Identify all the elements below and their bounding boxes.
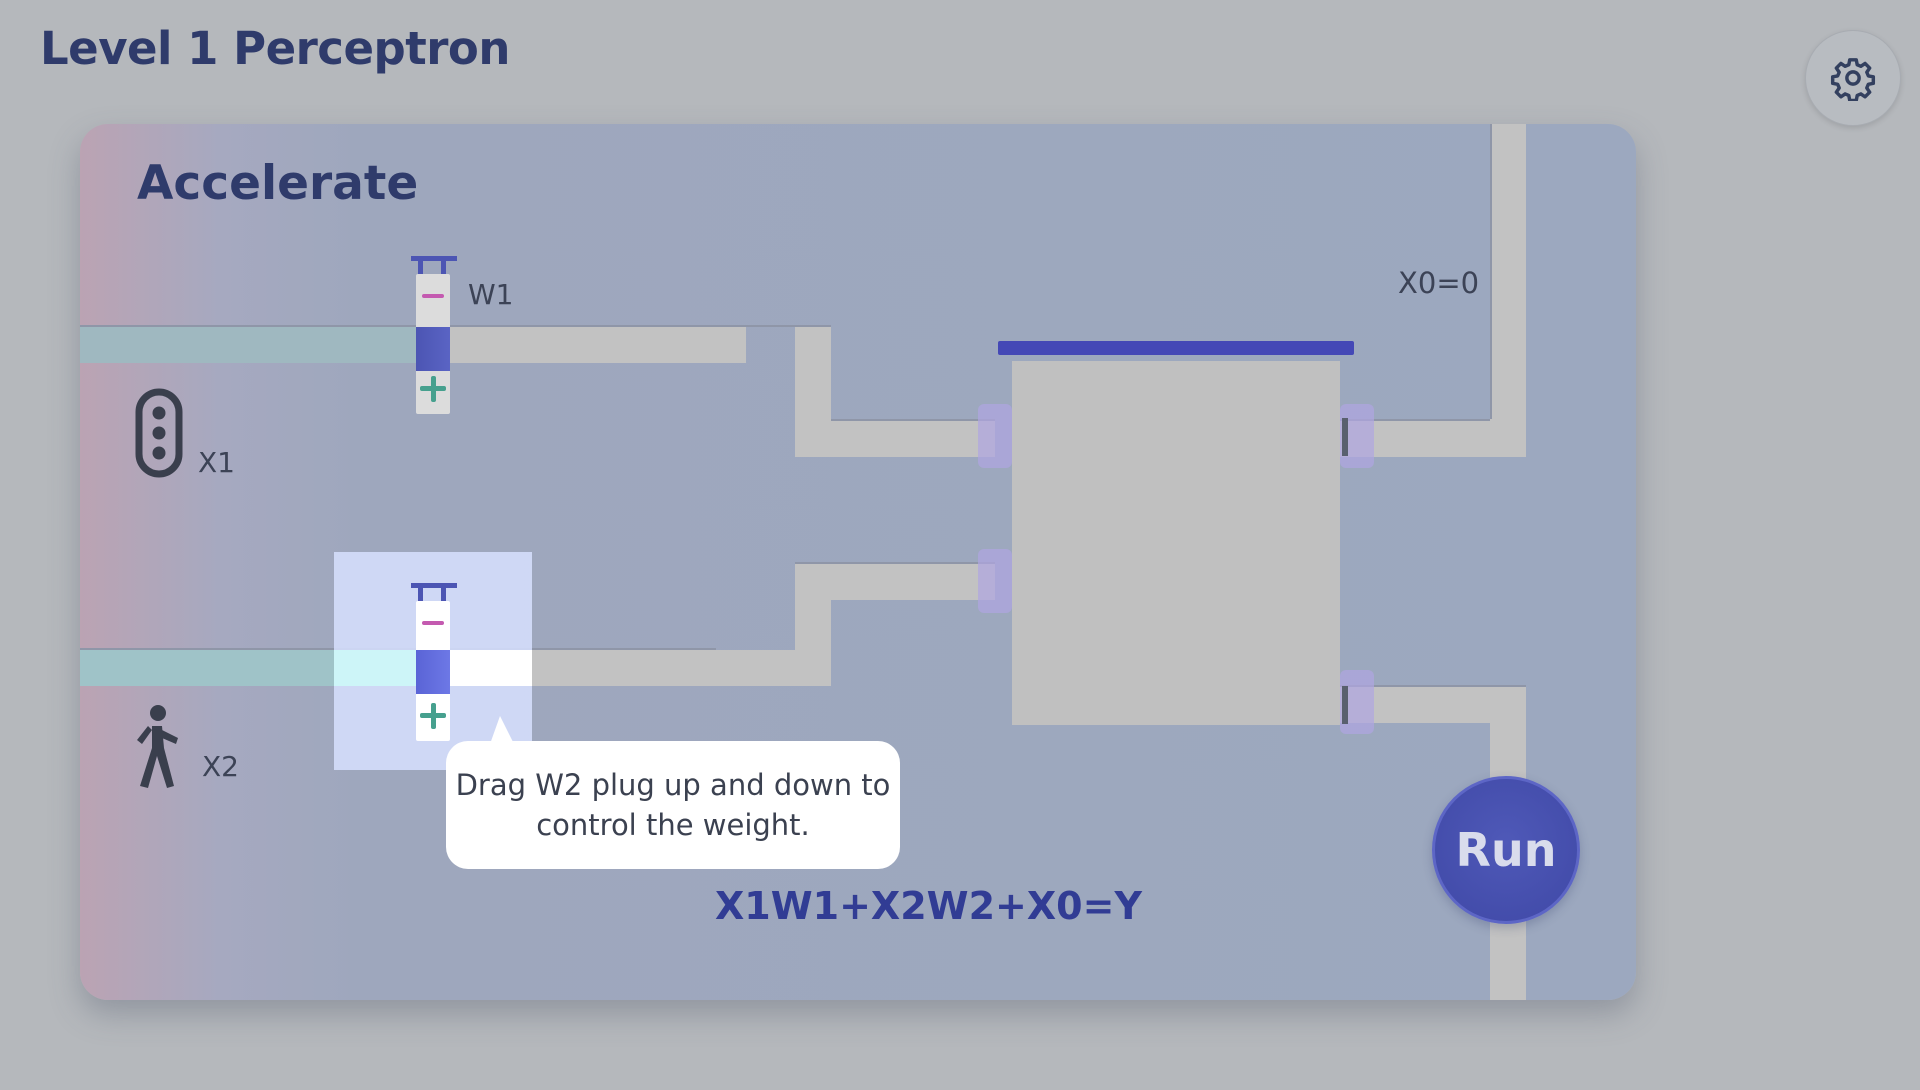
- w2-weight-slider[interactable]: [409, 583, 457, 743]
- w2-cap-leg-left: [418, 587, 423, 601]
- x1-wire-edge-mid: [831, 419, 995, 421]
- w1-plus-icon-vertical: [431, 376, 436, 402]
- neuron-top-bar: [998, 341, 1354, 355]
- tooltip-arrow: [490, 716, 514, 744]
- perceptron-formula: X1W1+X2W2+X0=Y: [715, 884, 1142, 928]
- level-title: Level 1 Perceptron: [40, 22, 510, 75]
- w2-active-wire: [446, 650, 532, 686]
- w2-drag-tooltip: Drag W2 plug up and down to control the …: [446, 741, 900, 869]
- game-board: Accelerate X0=0 W1 X1 X2 Drag W2 plug up…: [80, 124, 1636, 1000]
- w2-plus-icon-vertical: [431, 703, 436, 729]
- x1-wire-edge-top: [446, 325, 831, 327]
- w1-cap-leg-left: [418, 260, 423, 274]
- w1-plug[interactable]: [416, 327, 450, 371]
- output-port-1-mark: [1342, 418, 1348, 456]
- w1-label: W1: [468, 278, 514, 311]
- x1-wire-edge: [80, 325, 420, 327]
- x1-label: X1: [198, 446, 235, 479]
- w2-minus-icon: [422, 621, 444, 625]
- x1-signal-wire: [80, 327, 420, 363]
- w1-weight-slider[interactable]: [409, 256, 457, 416]
- settings-button[interactable]: [1805, 30, 1901, 126]
- output-port-2-mark: [1342, 686, 1348, 724]
- w1-cap-leg-right: [441, 260, 446, 274]
- x1-wire: [446, 327, 746, 363]
- x2-wire-to-neuron: [795, 564, 995, 600]
- bias-label: X0=0: [1398, 266, 1480, 300]
- output-wire-top-up: [1490, 124, 1526, 457]
- w1-minus-icon: [422, 294, 444, 298]
- x2-label: X2: [202, 750, 239, 783]
- x1-wire-to-neuron: [795, 421, 995, 457]
- gear-icon: [1830, 58, 1876, 101]
- traffic-light-icon: [135, 388, 183, 478]
- w2-cap-leg-right: [441, 587, 446, 601]
- run-button[interactable]: Run: [1432, 776, 1580, 924]
- w2-plug[interactable]: [416, 650, 450, 694]
- board-title: Accelerate: [137, 156, 419, 211]
- neuron-input-port-1: [978, 404, 1012, 468]
- bias-wire-edge: [1490, 124, 1492, 419]
- walking-person-icon: [137, 705, 178, 788]
- neuron-block: [1012, 361, 1340, 725]
- x2-wire-edge-top: [795, 562, 995, 564]
- w2-active-signal: [334, 650, 416, 686]
- neuron-input-port-2: [978, 549, 1012, 613]
